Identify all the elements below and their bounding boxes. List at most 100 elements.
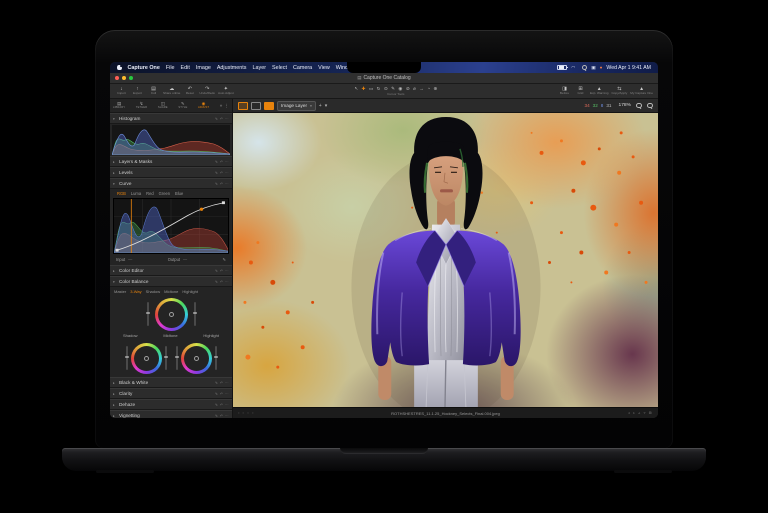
share-online-button[interactable]: ☁ Share online — [163, 87, 180, 96]
pan-tool-icon[interactable]: ✚ — [362, 86, 366, 91]
zoom-tool-icon[interactable]: ⊕ — [433, 86, 437, 91]
layer-options-caret-icon[interactable]: ▾ — [325, 103, 328, 109]
curve-input-value[interactable]: — — [128, 257, 132, 262]
cb-tab-3way[interactable]: 3-Way — [130, 289, 141, 294]
reset-button[interactable]: ↶ Reset — [183, 87, 196, 96]
primary-variant-icon[interactable] — [264, 102, 274, 110]
tab-tether[interactable]: ↯ TETHER — [136, 102, 147, 110]
curve-tab-rgb[interactable]: RGB — [117, 191, 126, 196]
menu-edit[interactable]: Edit — [181, 65, 190, 71]
compare-view-icon[interactable] — [251, 102, 261, 110]
photo-canvas[interactable] — [233, 113, 658, 407]
section-header-dehaze[interactable]: ▸ Dehaze ✎ ↶ ⋯ — [110, 399, 232, 410]
select-tool-icon[interactable]: ↖ — [354, 86, 358, 91]
menubar-clock[interactable]: Wed Apr 1 9:41 AM — [606, 65, 651, 71]
section-action-icons[interactable]: ✎ ↶ ⋯ — [215, 403, 229, 407]
highlight-lightness-slider[interactable] — [215, 346, 217, 370]
zoom-loupe-icon[interactable] — [636, 103, 642, 109]
menu-file[interactable]: File — [166, 65, 175, 71]
curve-edit-point-icon[interactable]: ✎ — [223, 257, 226, 262]
shadow-saturation-slider[interactable] — [126, 346, 128, 370]
section-header-levels[interactable]: ▸ Levels ✎ ↶ ⋯ — [110, 167, 232, 178]
zoom-level[interactable]: 178% — [618, 103, 631, 108]
layer-select[interactable]: Image Layer ▾ — [277, 101, 316, 111]
gradient-tool-icon[interactable]: → — [419, 86, 424, 91]
battery-icon[interactable] — [557, 65, 567, 71]
menu-select[interactable]: Select — [272, 65, 287, 71]
fit-loupe-icon[interactable] — [647, 103, 653, 109]
status-right-icons[interactable]: ◃ ▹ ▵ ▿ ⊞ — [628, 411, 653, 415]
menu-adjustments[interactable]: Adjustments — [217, 65, 247, 71]
menu-image[interactable]: Image — [196, 65, 211, 71]
saturation-slider[interactable] — [147, 302, 149, 326]
before-button[interactable]: ◨ Before — [558, 87, 571, 96]
section-action-icons[interactable]: ✎ ↶ ⋯ — [215, 117, 229, 121]
cb-tab-highlight[interactable]: Highlight — [182, 289, 198, 294]
control-center-icon[interactable]: ▣ — [591, 65, 595, 70]
crop-tool-icon[interactable]: ▭ — [369, 86, 373, 91]
section-action-icons[interactable]: ✎ ↶ ⋯ — [215, 381, 229, 385]
clone-tool-icon[interactable]: ◔ — [427, 86, 430, 91]
section-header-color-balance[interactable]: ▾ Color Balance ✎ ↶ ⋯ — [110, 276, 232, 287]
menubar-app-dot-icon[interactable]: ● — [600, 65, 603, 70]
section-action-icons[interactable]: ✎ ↶ ⋯ — [215, 414, 229, 418]
section-action-icons[interactable]: ✎ ↶ ⋯ — [215, 160, 229, 164]
heal-tool-icon[interactable]: ⌀ — [413, 86, 416, 91]
lightness-slider[interactable] — [194, 302, 196, 326]
curve-tab-red[interactable]: Red — [146, 191, 154, 196]
curve-graph[interactable] — [113, 198, 229, 254]
close-button[interactable] — [115, 76, 119, 80]
section-action-icons[interactable]: ✎ ↶ ⋯ — [215, 182, 229, 186]
cull-button[interactable]: ▤ Cull — [147, 87, 160, 96]
section-header-curve[interactable]: ▾ Curve ✎ ↶ ⋯ — [110, 178, 232, 189]
section-action-icons[interactable]: ✎ ↶ ⋯ — [215, 280, 229, 284]
cb-tab-midtone[interactable]: Midtone — [164, 289, 178, 294]
curve-tab-green[interactable]: Green — [159, 191, 170, 196]
shadow-lightness-slider[interactable] — [165, 346, 167, 370]
shadow-color-wheel[interactable] — [131, 343, 162, 374]
menu-view[interactable]: View — [318, 65, 330, 71]
zoom-button[interactable] — [129, 76, 133, 80]
rotate-tool-icon[interactable]: ↻ — [377, 86, 381, 91]
tab-adjust[interactable]: ◉ ADJUST — [198, 102, 209, 110]
erase-mask-tool-icon[interactable]: ⊘ — [406, 86, 410, 91]
highlight-color-wheel[interactable] — [181, 343, 212, 374]
proof-profile-icon[interactable] — [238, 102, 248, 110]
draw-mask-tool-icon[interactable]: ✎ — [391, 86, 395, 91]
tab-share[interactable]: ◫ SHARE — [158, 102, 168, 110]
undo-redo-button[interactable]: ↷ Undo/Redo — [199, 87, 215, 96]
section-action-icons[interactable]: ✎ ↶ ⋯ — [215, 171, 229, 175]
import-button[interactable]: ↓ Import — [115, 87, 128, 96]
menu-layer[interactable]: Layer — [253, 65, 267, 71]
copy-apply-button[interactable]: ⇆ Copy/Apply — [611, 87, 627, 96]
section-action-icons[interactable]: ✎ ↶ ⋯ — [215, 392, 229, 396]
grid-button[interactable]: ⊞ Grid — [574, 87, 587, 96]
chevron-double-icon[interactable]: » — [220, 103, 223, 108]
sidebar-tab-overflow[interactable]: » ⋮ — [220, 103, 229, 109]
apple-menu-icon[interactable] — [117, 65, 122, 70]
section-header-clarity[interactable]: ▸ Clarity ✎ ↶ ⋯ — [110, 388, 232, 399]
spotlight-search-icon[interactable] — [581, 65, 587, 71]
spot-tool-icon[interactable]: ⊙ — [384, 86, 388, 91]
pick-color-tool-icon[interactable]: ◉ — [398, 86, 402, 91]
section-header-color-editor[interactable]: ▸ Color Editor ✎ ↶ ⋯ — [110, 265, 232, 276]
kebab-menu-icon[interactable]: ⋮ — [224, 103, 229, 109]
menubar-app-name[interactable]: Capture One — [128, 65, 160, 71]
minimize-button[interactable] — [122, 76, 126, 80]
curve-output-value[interactable]: — — [183, 257, 187, 262]
highlight-saturation-slider[interactable] — [176, 346, 178, 370]
tab-library[interactable]: ▤ LIBRARY — [113, 102, 125, 110]
cb-tab-master[interactable]: Master — [114, 289, 126, 294]
export-button[interactable]: ↑ Export — [131, 87, 144, 96]
cb-tab-shadow[interactable]: Shadow — [146, 289, 160, 294]
menu-camera[interactable]: Camera — [293, 65, 312, 71]
my-capture-one-button[interactable]: ▲ My Capture One — [630, 87, 653, 96]
section-action-icons[interactable]: ✎ ↶ ⋯ — [215, 269, 229, 273]
add-layer-button[interactable]: + — [319, 103, 322, 109]
section-header-black-white[interactable]: ▸ Black & White ✎ ↶ ⋯ — [110, 377, 232, 388]
curve-tab-blue[interactable]: Blue — [175, 191, 183, 196]
status-left-icons[interactable]: ▫ ▫ ▫ ▫ — [238, 411, 255, 415]
tab-style[interactable]: ✎ STYLE — [178, 102, 187, 110]
curve-tab-luma[interactable]: Luma — [131, 191, 141, 196]
section-header-vignetting[interactable]: ▸ Vignetting ✎ ↶ ⋯ — [110, 410, 232, 418]
